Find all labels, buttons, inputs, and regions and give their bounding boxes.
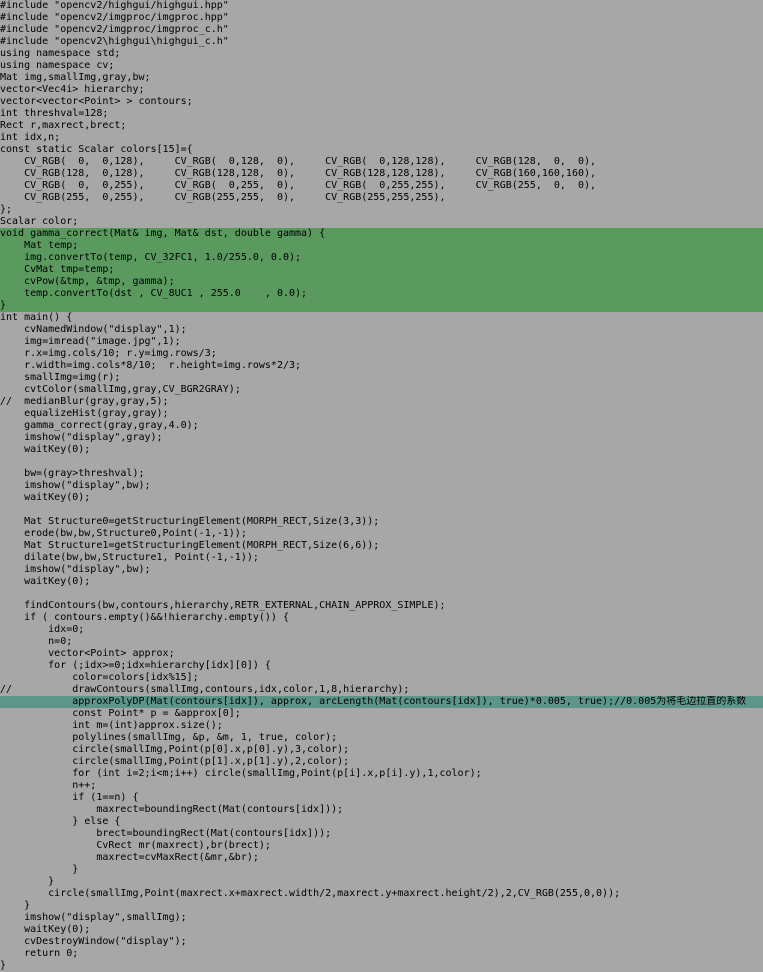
code-line: } [0, 876, 55, 887]
code-line: Mat Structure1=getStructuringElement(MOR… [0, 540, 380, 551]
code-line: CV_RGB(128, 0,128), CV_RGB(128,128, 0), … [0, 168, 597, 179]
code-line: idx=0; [0, 624, 85, 635]
code-line: #include "opencv2/imgproc/imgproc_c.h" [0, 24, 229, 35]
code-line: using namespace std; [0, 48, 121, 59]
code-line: #include "opencv2\highgui\highgui_c.h" [0, 36, 229, 47]
code-line: } [0, 900, 31, 911]
code-line: bw=(gray>threshval); [0, 468, 145, 479]
code-line: CvRect mr(maxrect),br(brect); [0, 840, 271, 851]
code-line: waitKey(0); [0, 924, 91, 935]
code-line: Scalar color; [0, 216, 79, 227]
code-line: Mat temp; [0, 240, 763, 252]
code-line: n=0; [0, 636, 73, 647]
code-line: const static Scalar colors[15]={ [0, 144, 193, 155]
code-line: for (;idx>=0;idx=hierarchy[idx][0]) { [0, 660, 271, 671]
code-line: vector<vector<Point> > contours; [0, 96, 193, 107]
code-line: erode(bw,bw,Structure0,Point(-1,-1)); [0, 528, 247, 539]
code-line: waitKey(0); [0, 576, 91, 587]
code-line: waitKey(0); [0, 492, 91, 503]
code-line: #include "opencv2/highgui/highgui.hpp" [0, 0, 229, 11]
code-line: maxrect=boundingRect(Mat(contours[idx]))… [0, 804, 344, 815]
code-line: imshow("display",gray); [0, 432, 163, 443]
code-line: img.convertTo(temp, CV_32FC1, 1.0/255.0,… [0, 252, 763, 264]
code-line: #include "opencv2/imgproc/imgproc.hpp" [0, 12, 229, 23]
code-line: cvtColor(smallImg,gray,CV_BGR2GRAY); [0, 384, 241, 395]
code-line: findContours(bw,contours,hierarchy,RETR_… [0, 600, 446, 611]
code-line: Rect r,maxrect,brect; [0, 120, 127, 131]
code-line: int idx,n; [0, 132, 61, 143]
code-line: // drawContours(smallImg,contours,idx,co… [0, 684, 410, 695]
code-line: CV_RGB( 0, 0,255), CV_RGB( 0,255, 0), CV… [0, 180, 597, 191]
code-line: temp.convertTo(dst , CV_8UC1 , 255.0 , 0… [0, 288, 763, 300]
code-line: imshow("display",bw); [0, 564, 151, 575]
code-line: r.x=img.cols/10; r.y=img.rows/3; [0, 348, 217, 359]
code-line: int m=(int)approx.size(); [0, 720, 223, 731]
code-line: imshow("display",bw); [0, 480, 151, 491]
code-line: using namespace cv; [0, 60, 115, 71]
code-line: for (int i=2;i<m;i++) circle(smallImg,Po… [0, 768, 482, 779]
code-line: Mat img,smallImg,gray,bw; [0, 72, 151, 83]
code-line: maxrect=cvMaxRect(&mr,&br); [0, 852, 259, 863]
code-line: return 0; [0, 948, 79, 959]
code-line: gamma_correct(gray,gray,4.0); [0, 420, 199, 431]
code-line: circle(smallImg,Point(p[0].x,p[0].y),3,c… [0, 744, 350, 755]
code-line: circle(smallImg,Point(maxrect.x+maxrect.… [0, 888, 621, 899]
code-line: imshow("display",smallImg); [0, 912, 187, 923]
code-line: polylines(smallImg, &p, &m, 1, true, col… [0, 732, 338, 743]
code-line: int main() { [0, 312, 73, 323]
code-line: } else { [0, 816, 121, 827]
code-line: const Point* p = &approx[0]; [0, 708, 241, 719]
code-editor[interactable]: #include "opencv2/highgui/highgui.hpp" #i… [0, 0, 763, 971]
code-line: } [0, 864, 79, 875]
code-line: smallImg=img(r); [0, 372, 121, 383]
code-line: }; [0, 204, 13, 215]
code-line: dilate(bw,bw,Structure1, Point(-1,-1)); [0, 552, 259, 563]
code-line: cvPow(&tmp, &tmp, gamma); [0, 276, 763, 288]
code-line: vector<Vec4i> hierarchy; [0, 84, 145, 95]
code-line: } [0, 300, 763, 312]
code-line: } [0, 960, 7, 971]
code-line: waitKey(0); [0, 444, 91, 455]
code-line: Mat Structure0=getStructuringElement(MOR… [0, 516, 380, 527]
code-line: CV_RGB( 0, 0,128), CV_RGB( 0,128, 0), CV… [0, 156, 597, 167]
code-line: brect=boundingRect(Mat(contours[idx])); [0, 828, 332, 839]
code-line: int threshval=128; [0, 108, 109, 119]
code-line: CV_RGB(255, 0,255), CV_RGB(255,255, 0), … [0, 192, 446, 203]
code-line: n++; [0, 780, 97, 791]
code-line: approxPolyDP(Mat(contours[idx]), approx,… [0, 696, 763, 708]
code-line: color=colors[idx%15]; [0, 672, 199, 683]
code-line: CvMat tmp=temp; [0, 264, 763, 276]
code-line: cvDestroyWindow("display"); [0, 936, 187, 947]
code-line: vector<Point> approx; [0, 648, 175, 659]
code-line: if (1==n) { [0, 792, 139, 803]
code-line: circle(smallImg,Point(p[1].x,p[1].y),2,c… [0, 756, 350, 767]
code-line: r.width=img.cols*8/10; r.height=img.rows… [0, 360, 302, 371]
code-line: cvNamedWindow("display",1); [0, 324, 187, 335]
code-line: // medianBlur(gray,gray,5); [0, 396, 169, 407]
code-line: img=imread("image.jpg",1); [0, 336, 181, 347]
code-line: equalizeHist(gray,gray); [0, 408, 169, 419]
code-line: void gamma_correct(Mat& img, Mat& dst, d… [0, 228, 763, 240]
code-line: if ( contours.empty()&&!hierarchy.empty(… [0, 612, 289, 623]
